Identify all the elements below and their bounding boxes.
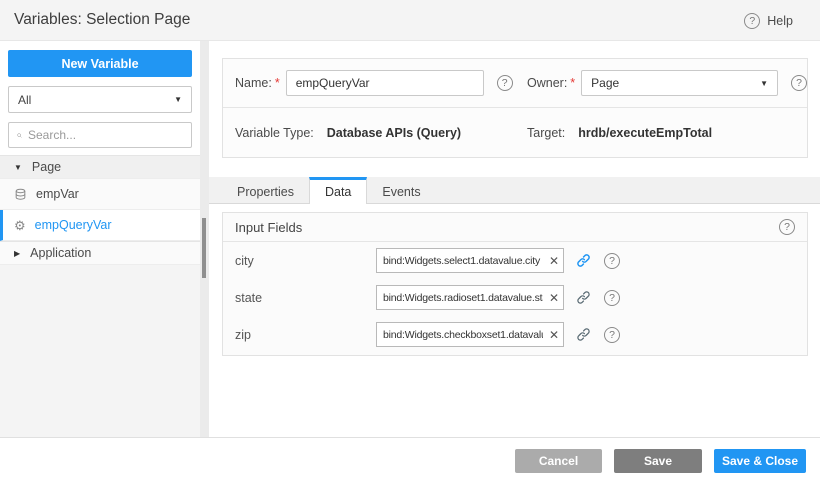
- name-help-icon[interactable]: ?: [497, 75, 513, 91]
- tab-properties[interactable]: Properties: [222, 177, 309, 203]
- required-marker: *: [570, 76, 575, 90]
- variables-tree: ▼ Page empVar ⚙ empQueryVar ▶ Applicatio…: [0, 155, 200, 438]
- bind-input-wrap: ✕: [376, 322, 564, 347]
- tree-item-label: empQueryVar: [35, 218, 112, 232]
- sidebar-controls: New Variable All ▼: [0, 41, 200, 152]
- tree-item-label: empVar: [36, 187, 79, 201]
- detail-tabs: Properties Data Events: [209, 177, 820, 204]
- name-input[interactable]: [286, 70, 484, 96]
- search-input[interactable]: [28, 128, 183, 142]
- bind-link-icon[interactable]: [576, 253, 591, 268]
- caret-down-icon: ▼: [14, 163, 22, 172]
- new-variable-button[interactable]: New Variable: [8, 50, 192, 77]
- variables-sidebar: New Variable All ▼ ▼ Page: [0, 41, 200, 437]
- zip-bind-input[interactable]: [376, 322, 564, 347]
- bind-input-wrap: ✕: [376, 248, 564, 273]
- tree-item-empvar[interactable]: empVar: [0, 179, 200, 210]
- chevron-down-icon: ▼: [760, 79, 768, 88]
- variable-type-label: Variable Type:: [235, 126, 314, 140]
- field-label: zip: [235, 328, 376, 342]
- tree-empty-area: [0, 265, 200, 438]
- field-help-icon[interactable]: ?: [604, 253, 620, 269]
- save-button[interactable]: Save: [614, 449, 702, 473]
- clear-icon[interactable]: ✕: [549, 255, 559, 267]
- target-group: Target: hrdb/executeEmpTotal: [515, 126, 807, 140]
- field-row-state: state ✕ ?: [223, 279, 807, 316]
- input-fields-panel: Input Fields ? city ✕ ? state: [222, 212, 808, 356]
- tree-node-page[interactable]: ▼ Page: [0, 155, 200, 179]
- sidebar-scrollbar-thumb[interactable]: [202, 218, 206, 278]
- variable-type-value: Database APIs (Query): [327, 126, 461, 140]
- field-label: city: [235, 254, 376, 268]
- target-value: hrdb/executeEmpTotal: [578, 126, 712, 140]
- bind-link-icon[interactable]: [576, 327, 591, 342]
- help-icon: ?: [744, 13, 760, 29]
- variable-detail-panel: Name: * ? Owner: * Page ▼ ? Varia: [209, 41, 820, 437]
- tree-node-label: Application: [30, 246, 91, 260]
- search-box[interactable]: [8, 122, 192, 148]
- field-help-icon[interactable]: ?: [604, 290, 620, 306]
- name-owner-row: Name: * ? Owner: * Page ▼ ?: [223, 59, 807, 108]
- help-link[interactable]: ? Help: [744, 0, 793, 41]
- city-bind-input[interactable]: [376, 248, 564, 273]
- owner-label: Owner:: [527, 76, 567, 90]
- variable-summary-panel: Name: * ? Owner: * Page ▼ ? Varia: [222, 58, 808, 158]
- query-variable-icon: ⚙: [14, 219, 26, 232]
- page-title: Variables: Selection Page: [14, 11, 190, 29]
- tab-events[interactable]: Events: [367, 177, 435, 203]
- owner-select[interactable]: Page ▼: [581, 70, 778, 96]
- tree-item-empqueryvar[interactable]: ⚙ empQueryVar: [0, 210, 200, 241]
- field-row-city: city ✕ ?: [223, 242, 807, 279]
- variable-filter-select[interactable]: All ▼: [8, 86, 192, 113]
- field-label: state: [235, 291, 376, 305]
- owner-help-icon[interactable]: ?: [791, 75, 807, 91]
- sidebar-scrollbar-track[interactable]: [200, 41, 209, 437]
- search-icon: [17, 129, 22, 142]
- field-help-icon[interactable]: ?: [604, 327, 620, 343]
- target-label: Target:: [527, 126, 565, 140]
- field-row-zip: zip ✕ ?: [223, 316, 807, 353]
- help-label: Help: [767, 14, 793, 28]
- clear-icon[interactable]: ✕: [549, 329, 559, 341]
- dialog-footer: Cancel Save Save & Close: [0, 437, 820, 489]
- save-close-button[interactable]: Save & Close: [714, 449, 806, 473]
- bind-input-wrap: ✕: [376, 285, 564, 310]
- chevron-down-icon: ▼: [174, 95, 182, 104]
- name-label: Name:: [235, 76, 272, 90]
- input-fields-help-icon[interactable]: ?: [779, 219, 795, 235]
- clear-icon[interactable]: ✕: [549, 292, 559, 304]
- input-fields-title: Input Fields: [235, 220, 302, 235]
- required-marker: *: [275, 76, 280, 90]
- type-target-row: Variable Type: Database APIs (Query) Tar…: [223, 108, 807, 157]
- service-variable-icon: [14, 188, 27, 201]
- tree-node-label: Page: [32, 160, 61, 174]
- filter-selected-value: All: [18, 93, 31, 107]
- tree-node-application[interactable]: ▶ Application: [0, 241, 200, 265]
- bind-link-icon[interactable]: [576, 290, 591, 305]
- dialog-header: Variables: Selection Page ? Help: [0, 0, 820, 41]
- variables-dialog: Variables: Selection Page ? Help New Var…: [0, 0, 820, 489]
- caret-right-icon: ▶: [14, 249, 20, 258]
- cancel-button[interactable]: Cancel: [515, 449, 602, 473]
- state-bind-input[interactable]: [376, 285, 564, 310]
- tab-data[interactable]: Data: [309, 177, 367, 204]
- owner-field-group: Owner: * Page ▼ ?: [515, 70, 807, 96]
- input-fields-header: Input Fields ?: [223, 213, 807, 242]
- name-field-group: Name: * ?: [223, 70, 515, 96]
- variable-type-group: Variable Type: Database APIs (Query): [223, 126, 515, 140]
- owner-selected-value: Page: [591, 76, 619, 90]
